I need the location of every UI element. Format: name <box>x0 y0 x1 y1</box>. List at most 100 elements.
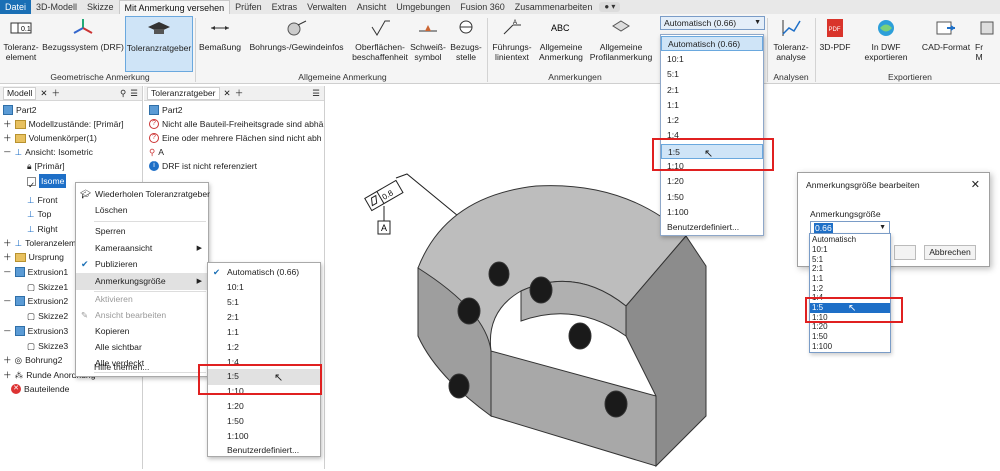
tab-mit-anmerkung[interactable]: Mit Anmerkung versehen <box>118 0 231 14</box>
dropdown-option[interactable]: Automatisch (0.66) <box>661 36 763 52</box>
tab-zusammenarbeiten[interactable]: Zusammenarbeiten <box>510 0 598 14</box>
tab-skizze[interactable]: Skizze <box>82 0 119 14</box>
menu-icon[interactable]: ☰ <box>130 88 138 99</box>
submenu-option[interactable]: 1:20 <box>208 399 320 415</box>
menu-sperren[interactable]: Sperren <box>76 223 208 240</box>
add-tab-icon[interactable]: ＋ <box>235 87 244 99</box>
close-icon[interactable]: ✕ <box>40 88 47 99</box>
dropdown-option[interactable]: 1:2 <box>661 113 763 128</box>
tab-umgebungen[interactable]: Umgebungen <box>391 0 455 14</box>
tree-front[interactable]: ⊥ Front <box>27 193 58 207</box>
tree-extrusion2[interactable]: － Extrusion2 <box>3 294 68 308</box>
advisor-drf-info[interactable]: i DRF ist nicht referenziert <box>149 159 257 173</box>
dropdown-option[interactable]: 5:1 <box>661 67 763 82</box>
submenu-option[interactable]: 2:1 <box>208 310 320 326</box>
bemassung-button[interactable]: Bemaßung <box>198 16 242 72</box>
tree-bauteilende[interactable]: ✕ Bauteilende <box>11 382 69 396</box>
tree-primaer[interactable]: 🔒︎ [Primär] <box>27 159 65 173</box>
bohrungs-gewindeinfos-button[interactable]: Bohrungs-/Gewindeinfos <box>245 16 348 72</box>
menu-kameraansicht[interactable]: Kameraansicht ▶ <box>76 240 208 257</box>
list-option[interactable]: Automatisch <box>810 235 890 245</box>
list-option[interactable]: 1:100 <box>810 342 890 352</box>
menu-alle-sichtbar[interactable]: Alle sichtbar <box>76 339 208 356</box>
annotation-scale-select[interactable]: Automatisch (0.66) ▼ <box>660 16 765 30</box>
search-icon[interactable]: ⚲ <box>120 88 126 99</box>
dropdown-option[interactable]: 1:20 <box>661 174 763 189</box>
part-front-face[interactable] <box>490 350 657 467</box>
dropdown-option[interactable]: 1:100 <box>661 205 763 220</box>
tree-right[interactable]: ⊥ Right <box>27 222 58 236</box>
hole-5[interactable] <box>604 390 628 418</box>
toleranzratgeber-tab[interactable]: Toleranzratgeber <box>147 86 220 100</box>
tree-part2[interactable]: Part2 <box>3 103 37 117</box>
tree-skizze3[interactable]: ▢ Skizze3 <box>27 339 68 353</box>
dwf-export-button[interactable]: In DWF exportieren <box>854 16 918 72</box>
list-option[interactable]: 10:1 <box>810 245 890 255</box>
menu-wiederholen[interactable]: 🎓︎ Wiederholen Toleranzratgeber <box>76 186 210 203</box>
tab-datei[interactable]: Datei <box>0 0 32 14</box>
tab-pruefen[interactable]: Prüfen <box>230 0 267 14</box>
submenu-option[interactable]: 5:1 <box>208 295 320 311</box>
model-tab[interactable]: Modell <box>3 86 37 100</box>
tree-bohrung2[interactable]: ＋ ◎ Bohrung2 <box>3 353 62 367</box>
tree-modellzustaende[interactable]: ＋ Modellzustände: [Primär] <box>3 117 124 131</box>
tab-extras[interactable]: Extras <box>267 0 303 14</box>
pdf3d-button[interactable]: PDF 3D-PDF <box>818 16 852 72</box>
fr-export-button[interactable]: Fr M <box>975 16 1000 72</box>
tab-3d-modell[interactable]: 3D-Modell <box>31 0 82 14</box>
tree-extrusion1[interactable]: － Extrusion1 <box>3 265 68 279</box>
oberflaechen-button[interactable]: Oberflächen- beschaffenheit <box>352 16 408 72</box>
tree-top[interactable]: ⊥ Top <box>27 207 51 221</box>
ribbon-extra-toggle-icon[interactable]: ● ▾ <box>599 2 621 12</box>
toleranzratgeber-button[interactable]: Toleranzratgeber <box>125 16 193 72</box>
close-icon[interactable]: ✕ <box>224 88 231 99</box>
fuehrungslinientext-button[interactable]: A Führungs- linientext <box>490 16 534 72</box>
cad-format-button[interactable]: CAD-Format <box>921 16 971 72</box>
cancel-button[interactable]: Abbrechen <box>924 245 976 260</box>
list-option[interactable]: 2:1 <box>810 264 890 274</box>
advisor-warning-flaechen[interactable]: ? Eine oder mehrere Flächen sind nicht ab… <box>149 131 322 145</box>
checkbox-icon[interactable]: ✓ <box>27 176 36 190</box>
submenu-option[interactable]: ✔ Automatisch (0.66) <box>208 265 320 281</box>
menu-ansicht-bearbeiten[interactable]: ✎ Ansicht bearbeiten <box>76 307 208 324</box>
list-option[interactable]: 1:50 <box>810 332 890 342</box>
bezugssystem-button[interactable]: Bezugssystem (DRF) <box>42 16 124 72</box>
menu-aktivieren[interactable]: Aktivieren <box>76 291 208 308</box>
dropdown-option[interactable]: Benutzerdefiniert... <box>661 220 763 235</box>
menu-hilfe-themen[interactable]: Hilfe themen... <box>75 359 207 376</box>
add-tab-icon[interactable]: ＋ <box>52 87 61 99</box>
tree-volumenkoerper[interactable]: ＋ Volumenkörper(1) <box>3 131 97 145</box>
list-option[interactable]: 1:20 <box>810 322 890 332</box>
advisor-warning-freiheitsgrade[interactable]: ? Nicht alle Bauteil-Freiheitsgrade sind … <box>149 117 323 131</box>
tab-fusion360[interactable]: Fusion 360 <box>455 0 510 14</box>
toleranzelement-button[interactable]: 0.1 Toleranz- element <box>2 16 40 72</box>
submenu-option[interactable]: 1:50 <box>208 414 320 430</box>
profilanmerkung-button[interactable]: Allgemeine Profilanmerkung <box>588 16 654 72</box>
tree-ansicht[interactable]: － ⊥ Ansicht: Isometric <box>3 145 93 159</box>
menu-publizieren[interactable]: ✔ Publizieren <box>76 256 208 273</box>
hole-2[interactable] <box>488 261 510 287</box>
list-option[interactable]: 1:1 <box>810 274 890 284</box>
menu-anmerkungsgroesse[interactable]: Anmerkungsgröße ▶ <box>76 273 208 290</box>
hole-6[interactable] <box>448 373 470 399</box>
submenu-option[interactable]: Benutzerdefiniert... <box>208 443 320 459</box>
toleranzanalyse-button[interactable]: Toleranz- analyse <box>770 16 812 72</box>
tree-skizze1[interactable]: ▢ Skizze1 <box>27 280 68 294</box>
tree-extrusion3[interactable]: － Extrusion3 <box>3 324 68 338</box>
dropdown-option[interactable]: 1:1 <box>661 98 763 113</box>
allgemeine-anmerkung-button[interactable]: ABC Allgemeine Anmerkung <box>536 16 586 72</box>
tree-isometric[interactable]: ✓ Isome <box>27 174 67 190</box>
hole-4[interactable] <box>568 322 592 350</box>
advisor-datum-a[interactable]: ⚲ A <box>149 145 164 159</box>
menu-kopieren[interactable]: Kopieren <box>76 323 208 340</box>
bezugsstelle-button[interactable]: Bezugs- stelle <box>448 16 484 72</box>
dropdown-option[interactable]: 10:1 <box>661 52 763 67</box>
ok-button[interactable] <box>894 245 916 260</box>
dropdown-option[interactable]: 2:1 <box>661 83 763 98</box>
advisor-part2[interactable]: Part2 <box>149 103 183 117</box>
tree-ursprung[interactable]: ＋ Ursprung <box>3 250 64 264</box>
close-icon[interactable]: ✕ <box>971 178 980 191</box>
hole-1[interactable] <box>457 297 481 325</box>
menu-loeschen[interactable]: Löschen <box>76 202 208 219</box>
submenu-option[interactable]: 10:1 <box>208 280 320 296</box>
